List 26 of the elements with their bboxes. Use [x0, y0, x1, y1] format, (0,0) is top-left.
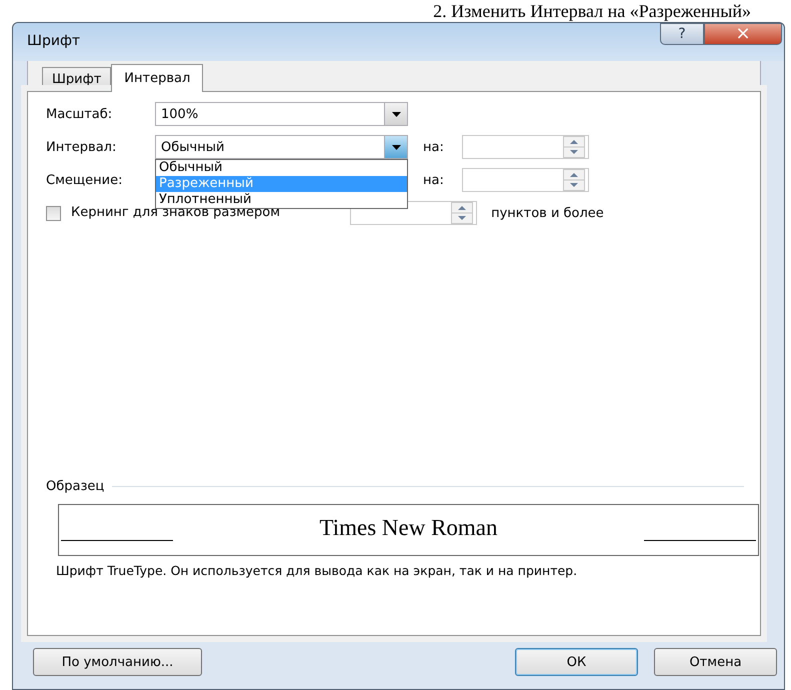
- dropdown-field[interactable]: 100%: [155, 102, 408, 126]
- dropdown-field[interactable]: Обычный: [155, 135, 408, 159]
- dialog-button[interactable]: По умолчанию...: [33, 648, 202, 676]
- spin-field[interactable]: [350, 201, 478, 225]
- spin-buttons-icon[interactable]: [451, 202, 474, 224]
- font-description: Шрифт TrueType. Он используется для вывода как на экран, так и на принтер.: [56, 563, 578, 578]
- window-title: Шрифт: [27, 33, 80, 49]
- field-label: Масштаб:: [46, 106, 114, 122]
- dialog-button[interactable]: Отмена: [654, 648, 777, 676]
- field-label: на:: [423, 172, 445, 188]
- spin-buttons-icon[interactable]: [563, 169, 585, 191]
- preview-text: Times New Roman: [319, 515, 498, 541]
- dialog-button[interactable]: ОК: [515, 648, 638, 676]
- spin-field[interactable]: [462, 135, 589, 159]
- tab[interactable]: Интервал: [111, 64, 204, 92]
- help-button[interactable]: ?: [660, 23, 704, 45]
- section-heading: Образец: [46, 479, 104, 494]
- field-label: Интервал:: [46, 140, 118, 154]
- field-label: на:: [423, 140, 445, 154]
- dropdown-option[interactable]: Обычный: [156, 160, 407, 176]
- spin-field[interactable]: [462, 168, 589, 192]
- field-label: пунктов и более: [491, 206, 604, 220]
- spin-buttons-icon[interactable]: [563, 136, 585, 158]
- field-label: Смещение:: [46, 172, 124, 188]
- checkbox[interactable]: [46, 206, 61, 220]
- caption-text: 2. Изменить Интервал на «Разреженный»: [433, 0, 751, 22]
